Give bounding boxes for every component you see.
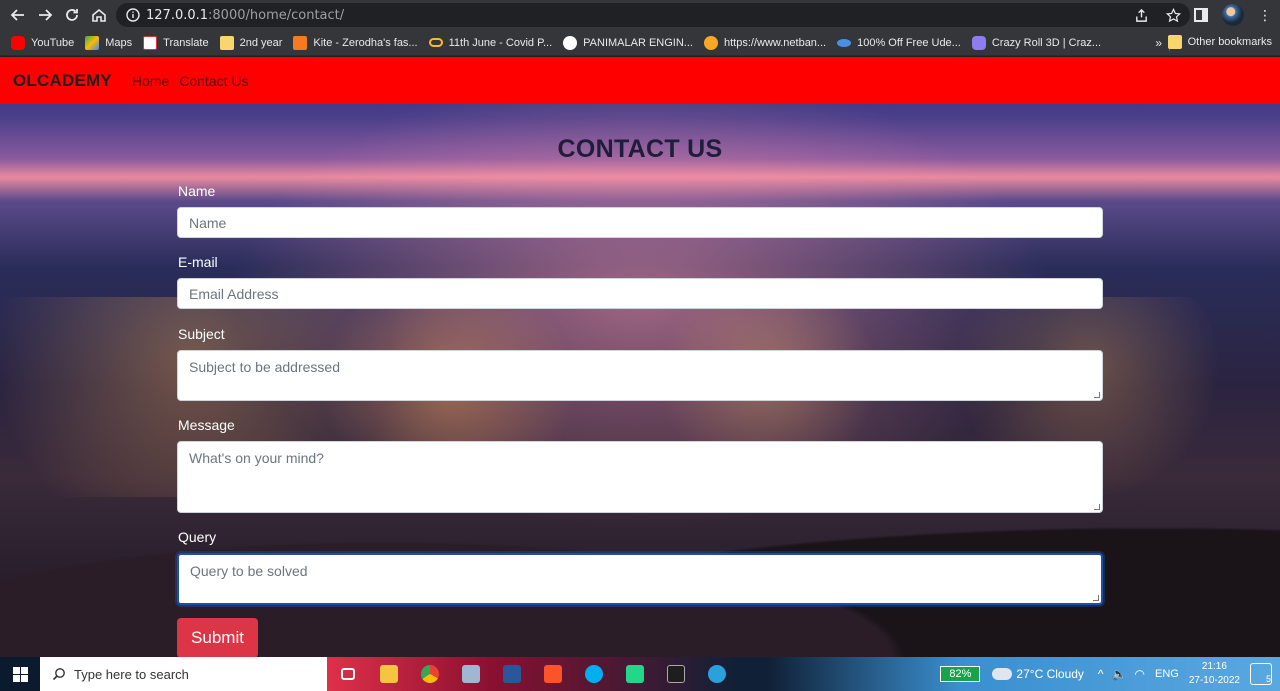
skype-icon[interactable]: [573, 657, 614, 691]
weather-widget[interactable]: 27°C Cloudy: [992, 667, 1084, 681]
message-textarea[interactable]: What's on your mind?: [177, 441, 1103, 513]
word-icon[interactable]: [491, 657, 532, 691]
task-view-icon[interactable]: [327, 657, 368, 691]
submit-button[interactable]: Submit: [177, 618, 258, 657]
link-icon: [428, 38, 443, 47]
subject-textarea[interactable]: Subject to be addressed: [177, 350, 1103, 401]
bookmark-youtube[interactable]: YouTube: [11, 35, 74, 50]
udemy-icon: [837, 38, 852, 47]
forward-icon[interactable]: [32, 2, 58, 28]
other-bookmarks[interactable]: Other bookmarks: [1167, 35, 1272, 49]
globe-icon: [563, 35, 578, 50]
query-label: Query: [178, 529, 217, 545]
folder-icon: [1167, 35, 1182, 49]
site-navbar: OLCADEMY Home Contact Us: [0, 57, 1280, 104]
maps-icon: [85, 35, 100, 50]
resize-handle[interactable]: [1094, 504, 1100, 510]
translate-icon: [143, 35, 158, 50]
bookmark-panimalar[interactable]: PANIMALAR ENGIN...: [563, 35, 693, 50]
kite-icon: [293, 35, 308, 50]
name-input[interactable]: Name: [177, 207, 1103, 238]
chrome-icon[interactable]: [409, 657, 450, 691]
chevron-up-icon[interactable]: ^: [1098, 667, 1104, 681]
notes-icon[interactable]: [450, 657, 491, 691]
page-title: CONTACT US: [557, 135, 723, 163]
volume-icon[interactable]: 🔈: [1112, 667, 1127, 681]
bookmarks-bar: YouTube Maps Translate 2nd year Kite - Z…: [0, 30, 1280, 56]
bookmark-translate[interactable]: Translate: [143, 35, 209, 50]
bookmark-netbanking[interactable]: https://www.netban...: [703, 35, 826, 50]
bookmark-star-icon[interactable]: [1164, 6, 1182, 24]
wifi-icon[interactable]: ◠: [1135, 667, 1145, 681]
site-info-icon[interactable]: [126, 8, 140, 22]
side-panel-icon[interactable]: [1194, 8, 1208, 22]
back-icon[interactable]: [5, 2, 31, 28]
search-icon: [52, 668, 65, 681]
windows-icon: [12, 666, 28, 682]
folder-icon: [219, 35, 234, 50]
pycharm-icon[interactable]: [614, 657, 655, 691]
more-bookmarks-chevron[interactable]: »: [1155, 36, 1162, 50]
telegram-icon[interactable]: [696, 657, 737, 691]
bookmark-2nd-year[interactable]: 2nd year: [219, 35, 282, 50]
battery-indicator[interactable]: 82%: [940, 666, 981, 682]
cloud-icon: [992, 668, 1013, 680]
language-indicator[interactable]: ENG: [1155, 668, 1179, 680]
subject-label: Subject: [178, 326, 225, 342]
bookmark-kite[interactable]: Kite - Zerodha's fas...: [293, 35, 418, 50]
page-background: OLCADEMY Home Contact Us CONTACT US Name…: [0, 57, 1280, 657]
start-button[interactable]: [0, 657, 40, 691]
windows-taskbar: Type here to search 82% 27°C Cloudy ^ 🔈 …: [0, 657, 1280, 691]
url-text: 127.0.0.1:8000/home/contact/: [146, 7, 345, 23]
taskbar-apps: [327, 657, 737, 691]
nav-home[interactable]: Home: [132, 73, 169, 89]
file-explorer-icon[interactable]: [368, 657, 409, 691]
brave-icon[interactable]: [532, 657, 573, 691]
home-icon[interactable]: [86, 2, 112, 28]
youtube-icon: [11, 35, 25, 50]
terminal-icon[interactable]: [655, 657, 696, 691]
resize-handle[interactable]: [1094, 392, 1100, 398]
email-input[interactable]: Email Address: [177, 278, 1103, 309]
reload-icon[interactable]: [59, 2, 85, 28]
browser-toolbar: 127.0.0.1:8000/home/contact/ ⋮: [0, 0, 1280, 30]
menu-icon[interactable]: ⋮: [1258, 8, 1272, 22]
bookmark-maps[interactable]: Maps: [85, 35, 132, 50]
bookmark-covid[interactable]: 11th June - Covid P...: [428, 37, 552, 49]
brand-logo[interactable]: OLCADEMY: [13, 71, 112, 91]
email-label: E-mail: [178, 254, 218, 270]
bookmark-crazy-roll[interactable]: Crazy Roll 3D | Craz...: [971, 35, 1101, 50]
name-label: Name: [178, 183, 216, 199]
notifications-icon[interactable]: 5: [1250, 663, 1272, 685]
address-bar[interactable]: 127.0.0.1:8000/home/contact/: [116, 3, 1190, 27]
clock[interactable]: 21:16 27-10-2022: [1189, 660, 1240, 688]
taskbar-search[interactable]: Type here to search: [40, 657, 327, 691]
resize-handle[interactable]: [1093, 595, 1099, 601]
query-textarea[interactable]: Query to be solved: [177, 553, 1103, 605]
profile-avatar[interactable]: [1222, 4, 1244, 26]
nav-contact-us[interactable]: Contact Us: [179, 73, 248, 89]
system-tray: 82% 27°C Cloudy ^ 🔈 ◠ ENG 21:16 27-10-20…: [940, 657, 1280, 691]
game-icon: [971, 35, 986, 50]
bank-icon: [703, 35, 718, 50]
bookmark-udemy[interactable]: 100% Off Free Ude...: [837, 37, 961, 49]
share-icon[interactable]: [1132, 6, 1150, 24]
message-label: Message: [178, 417, 235, 433]
